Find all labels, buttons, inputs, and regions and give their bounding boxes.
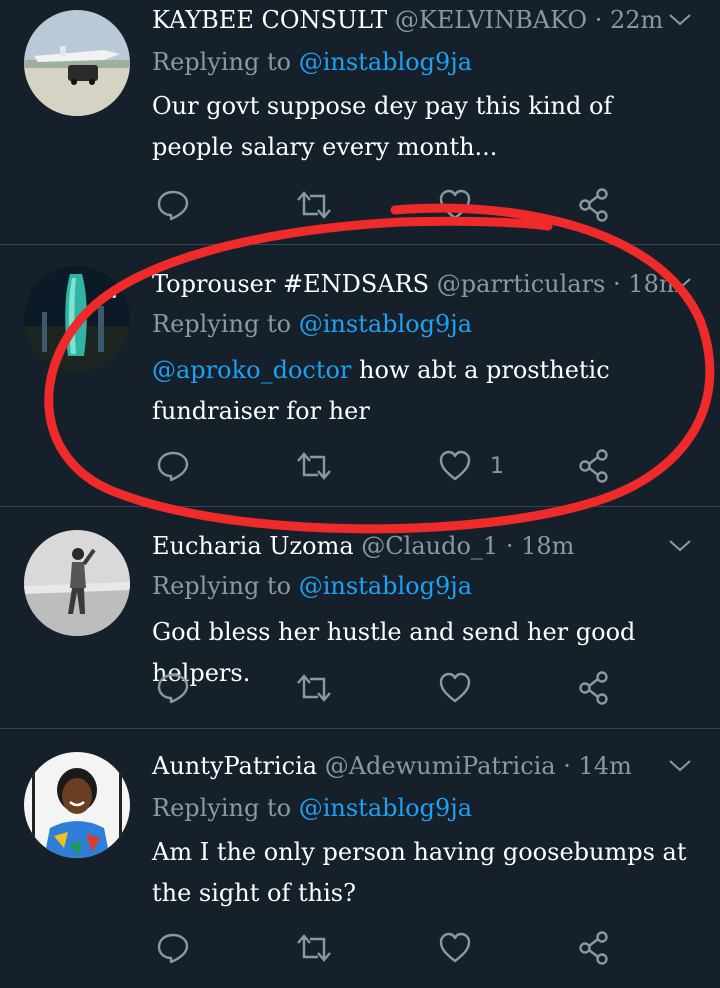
replying-prefix: Replying to (152, 794, 292, 822)
tweet-text: Am I the only person having goosebumps a… (152, 832, 692, 914)
avatar[interactable] (24, 10, 130, 116)
tweet-kaybee[interactable]: KAYBEE CONSULT @KELVINBAKO · 22m Replyin… (0, 0, 720, 245)
like-count: 1 (490, 453, 504, 479)
replying-to-link[interactable]: @instablog9ja (299, 48, 472, 76)
reply-icon (157, 190, 189, 221)
user-handle[interactable]: @AdewumiPatricia (325, 752, 556, 780)
mention-link[interactable]: @aproko_doctor (152, 356, 351, 384)
night-tower-photo (24, 266, 130, 372)
chevron-down-icon[interactable] (668, 272, 692, 296)
timestamp[interactable]: 22m (610, 6, 663, 34)
replying-to: Replying to @instablog9ja (152, 794, 472, 822)
retweet-button[interactable] (296, 668, 332, 708)
reply-icon (157, 673, 189, 704)
retweet-icon (297, 674, 331, 702)
retweet-icon (297, 934, 331, 962)
jet-and-car-photo (24, 10, 130, 116)
tweet-body-text: Our govt suppose dey pay this kind of pe… (152, 92, 613, 161)
replying-to: Replying to @instablog9ja (152, 48, 472, 76)
retweet-button[interactable] (296, 185, 332, 225)
display-name[interactable]: KAYBEE CONSULT (152, 6, 387, 34)
avatar[interactable] (24, 266, 130, 372)
reply-button[interactable] (156, 185, 190, 225)
tweet-actions (152, 668, 632, 708)
reply-button[interactable] (156, 928, 190, 968)
retweet-icon (297, 191, 331, 219)
replying-to-link[interactable]: @instablog9ja (299, 794, 472, 822)
smiling-woman-photo (24, 752, 130, 858)
reply-icon (157, 933, 189, 964)
timestamp[interactable]: 14m (579, 752, 632, 780)
share-button[interactable] (578, 185, 610, 225)
tweet-eucharia[interactable]: Eucharia Uzoma @Claudo_1 · 18m Replying … (0, 506, 720, 729)
tweet-header: KAYBEE CONSULT @KELVINBAKO · 22m (152, 6, 663, 34)
chevron-down-icon[interactable] (668, 534, 692, 558)
share-icon (579, 931, 608, 965)
share-button[interactable] (578, 668, 610, 708)
reply-button[interactable] (156, 446, 190, 486)
tweet-auntypatricia[interactable]: AuntyPatricia @AdewumiPatricia · 14m Rep… (0, 728, 720, 988)
display-name[interactable]: Eucharia Uzoma (152, 532, 354, 560)
like-button[interactable]: 1 (438, 446, 504, 486)
share-icon (579, 188, 608, 222)
tweet-actions: 1 (152, 446, 632, 486)
like-button[interactable] (438, 928, 490, 968)
display-name[interactable]: Toprouser #ENDSARS (152, 270, 429, 298)
separator-dot: · (594, 6, 603, 34)
avatar[interactable] (24, 530, 130, 636)
chevron-down-icon[interactable] (668, 8, 692, 32)
share-icon (579, 671, 608, 705)
user-handle[interactable]: @Claudo_1 (361, 532, 498, 560)
beach-person-photo (24, 530, 130, 636)
heart-icon (439, 932, 471, 963)
like-button[interactable] (438, 668, 490, 708)
replying-prefix: Replying to (152, 48, 292, 76)
tweet-header: Toprouser #ENDSARS @parrticulars · 18m (152, 270, 682, 298)
tweet-text: @aproko_doctor how abt a prosthetic fund… (152, 350, 692, 432)
user-handle[interactable]: @KELVINBAKO (395, 6, 587, 34)
replying-prefix: Replying to (152, 572, 292, 600)
timestamp[interactable]: 18m (521, 532, 574, 560)
replying-to: Replying to @instablog9ja (152, 572, 472, 600)
user-handle[interactable]: @parrticulars (437, 270, 606, 298)
retweet-icon (297, 452, 331, 480)
retweet-button[interactable] (296, 446, 332, 486)
share-button[interactable] (578, 446, 610, 486)
heart-icon (439, 189, 471, 220)
tweet-actions (152, 185, 632, 225)
heart-icon (439, 672, 471, 703)
avatar[interactable] (24, 752, 130, 858)
separator-dot: · (505, 532, 514, 560)
separator-dot: · (563, 752, 571, 780)
share-icon (579, 449, 608, 483)
replying-to-link[interactable]: @instablog9ja (299, 572, 472, 600)
reply-button[interactable] (156, 668, 190, 708)
replying-to: Replying to @instablog9ja (152, 310, 472, 338)
like-button[interactable] (438, 185, 490, 225)
separator-dot: · (613, 270, 621, 298)
display-name[interactable]: AuntyPatricia (152, 752, 317, 780)
heart-icon (439, 450, 471, 481)
tweet-header: AuntyPatricia @AdewumiPatricia · 14m (152, 752, 632, 780)
replying-prefix: Replying to (152, 310, 292, 338)
tweet-body-text: Am I the only person having goosebumps a… (152, 838, 687, 907)
tweet-toprouser[interactable]: Toprouser #ENDSARS @parrticulars · 18m R… (0, 244, 720, 507)
tweet-actions (152, 928, 632, 968)
retweet-button[interactable] (296, 928, 332, 968)
chevron-down-icon[interactable] (668, 754, 692, 778)
tweet-header: Eucharia Uzoma @Claudo_1 · 18m (152, 532, 574, 560)
tweet-text: Our govt suppose dey pay this kind of pe… (152, 86, 692, 168)
share-button[interactable] (578, 928, 610, 968)
reply-icon (157, 451, 189, 482)
replying-to-link[interactable]: @instablog9ja (299, 310, 472, 338)
